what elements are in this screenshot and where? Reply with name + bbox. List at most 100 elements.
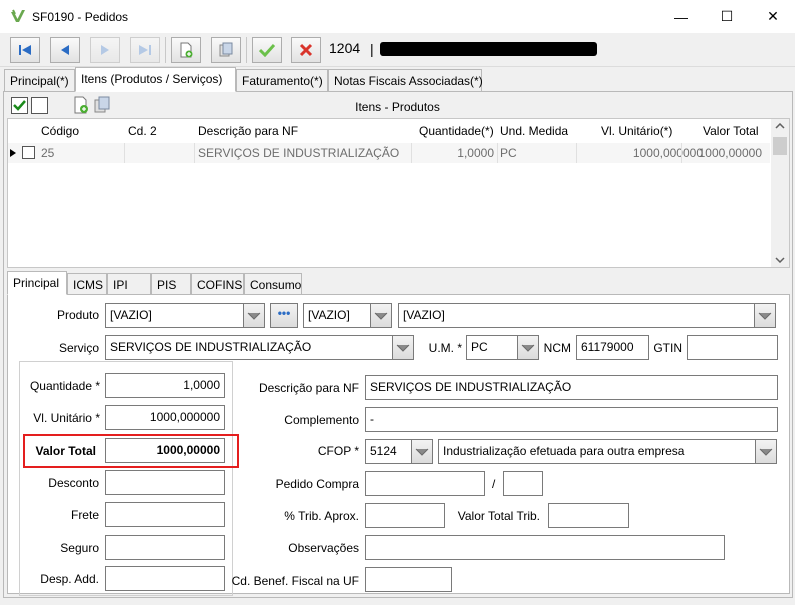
close-icon: ✕ [767,8,779,24]
copy-record-button[interactable] [211,37,241,63]
servico-dropdown-button[interactable] [392,335,414,360]
maximize-icon: ☐ [720,8,734,24]
close-button[interactable]: ✕ [750,0,795,33]
grid-title: Itens - Produtos [355,100,440,114]
um-dropdown-button[interactable] [517,335,539,360]
produto-desc-dropdown-button[interactable] [754,303,776,328]
column-header-descricao[interactable]: Descrição para NF [198,119,298,141]
window-title: SF0190 - Pedidos [32,10,129,24]
seguro-label: Seguro [60,541,99,555]
redacted-record-name [380,42,597,56]
seguro-field[interactable] [105,535,225,560]
tab-itens[interactable]: Itens (Produtos / Serviços) [75,67,236,92]
next-record-icon [101,45,109,55]
app-logo-icon [11,9,25,22]
quantidade-field[interactable]: 1,0000 [105,373,225,398]
valor-total-label: Valor Total [35,444,96,458]
first-record-icon [19,45,31,55]
cell-valor-total: 1000,00000 [698,146,762,160]
tab-notas-fiscais[interactable]: Notas Fiscais Associadas(*) [328,69,483,92]
produto-desc-field[interactable]: [VAZIO] [398,303,755,328]
produto-dropdown-button[interactable] [243,303,265,328]
cell-und-medida: PC [500,146,517,160]
chevron-down-icon [374,312,388,320]
descricao-nf-field[interactable]: SERVIÇOS DE INDUSTRIALIZAÇÃO [365,375,778,400]
tab-faturamento[interactable]: Faturamento(*) [236,69,328,92]
chevron-down-icon [521,344,535,352]
column-header-quantidade[interactable]: Quantidade(*) [419,119,494,141]
chevron-down-icon [415,448,429,456]
column-header-codigo[interactable]: Código [41,119,79,141]
produto-ref-dropdown-button[interactable] [370,303,392,328]
maximize-button[interactable]: ☐ [704,0,750,33]
tab-cofins[interactable]: COFINS [191,273,244,296]
complemento-label: Complemento [284,413,359,427]
column-header-und-medida[interactable]: Und. Medida [500,119,568,141]
cfop-desc-dropdown-button[interactable] [755,439,777,464]
cfop-label: CFOP * [317,444,359,458]
first-record-button[interactable] [10,37,40,63]
trib-aprox-label: % Trib. Aprox. [284,509,359,523]
grid-vertical-scrollbar[interactable] [771,119,789,267]
scroll-down-icon[interactable] [775,257,785,263]
cfop-field[interactable]: 5124 [365,439,412,464]
vl-unitario-field[interactable]: 1000,000000 [105,405,225,430]
chevron-down-icon [247,312,261,320]
table-row[interactable]: 25 SERVIÇOS DE INDUSTRIALIZAÇÃO 1,0000 P… [8,143,770,163]
trib-aprox-field[interactable] [365,503,445,528]
scroll-up-icon[interactable] [775,123,785,129]
frete-label: Frete [70,508,99,522]
record-separator: | [370,41,374,57]
minimize-button[interactable]: — [658,0,704,33]
servico-label: Serviço [58,341,99,355]
new-record-button[interactable] [171,37,201,63]
pedido-compra-field[interactable] [365,471,485,496]
cfop-desc-field[interactable]: Industrialização efetuada para outra emp… [438,439,756,464]
um-label: U.M. * [428,341,462,355]
complemento-field[interactable]: - [365,407,778,432]
pedido-compra-label: Pedido Compra [275,477,359,491]
confirm-button[interactable] [252,37,282,63]
tab-principal[interactable]: Principal(*) [4,69,75,92]
observacoes-label: Observações [288,541,359,555]
tab-detail-principal[interactable]: Principal [7,271,67,295]
scroll-thumb[interactable] [773,137,787,155]
produto-ref-field[interactable]: [VAZIO] [303,303,371,328]
previous-record-button[interactable] [50,37,80,63]
tab-consumo[interactable]: Consumo [244,273,302,296]
tab-icms[interactable]: ICMS [67,273,107,296]
gtin-field[interactable] [687,335,778,360]
desconto-field[interactable] [105,470,225,495]
descricao-nf-label: Descrição para NF [258,381,359,395]
previous-record-icon [61,45,69,55]
frete-field[interactable] [105,502,225,527]
next-record-button[interactable] [90,37,120,63]
desconto-label: Desconto [48,476,99,490]
pedido-compra-item-field[interactable] [503,471,543,496]
tab-pis[interactable]: PIS [151,273,191,296]
cfop-dropdown-button[interactable] [411,439,433,464]
cd-benef-field[interactable] [365,567,452,592]
desp-add-field[interactable] [105,566,225,591]
cell-descricao: SERVIÇOS DE INDUSTRIALIZAÇÃO [198,146,400,160]
cancel-button[interactable] [291,37,321,63]
quantidade-label: Quantidade * [29,379,100,393]
produto-search-button[interactable]: ••• [270,303,298,328]
column-header-vl-unitario[interactable]: Vl. Unitário(*) [601,119,672,141]
observacoes-field[interactable] [365,535,725,560]
last-record-button[interactable] [130,37,160,63]
valor-total-field[interactable]: 1000,00000 [105,438,225,463]
tab-ipi[interactable]: IPI [107,273,151,296]
um-field[interactable]: PC [466,335,518,360]
valor-total-trib-label: Valor Total Trib. [457,509,540,523]
new-document-icon [180,42,193,58]
servico-field[interactable]: SERVIÇOS DE INDUSTRIALIZAÇÃO [105,335,393,360]
produto-label: Produto [56,308,99,322]
row-checkbox[interactable] [22,146,35,159]
ncm-field[interactable]: 61179000 [576,335,649,360]
column-header-cd2[interactable]: Cd. 2 [128,119,157,141]
column-header-valor-total[interactable]: Valor Total [703,119,759,141]
title-bar: SF0190 - Pedidos — ☐ ✕ [0,0,795,33]
valor-total-trib-field[interactable] [548,503,629,528]
produto-field[interactable]: [VAZIO] [105,303,244,328]
